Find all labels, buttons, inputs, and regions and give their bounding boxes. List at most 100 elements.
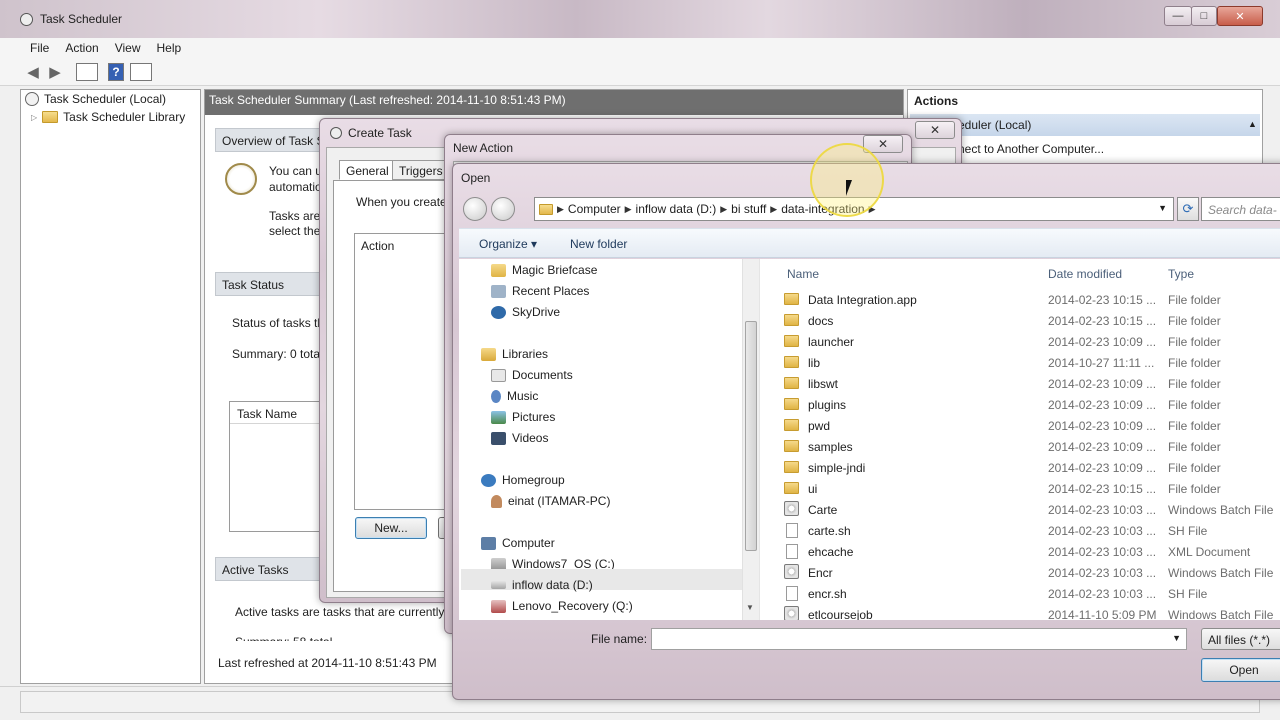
column-header-type[interactable]: Type xyxy=(1168,267,1194,281)
nav-item-music[interactable]: Music xyxy=(491,389,538,403)
column-header-name[interactable]: Name xyxy=(787,267,819,281)
mouse-pointer-icon xyxy=(846,180,858,196)
column-header-date-modified[interactable]: Date modified xyxy=(1048,267,1122,281)
file-row[interactable]: simple-jndi 2014-02-23 10:09 ... File fold… xyxy=(760,457,1280,478)
file-type: File folder xyxy=(1168,377,1221,391)
last-refreshed-text: Last refreshed at 2014-11-10 8:51:43 PM xyxy=(218,656,437,670)
chevron-right-icon[interactable]: ▶ xyxy=(770,204,777,215)
actions-header: Actions xyxy=(914,94,959,108)
forward-arrow-icon[interactable] xyxy=(491,197,515,221)
scrollbar-thumb[interactable] xyxy=(745,321,757,551)
menu-view[interactable]: View xyxy=(107,41,149,55)
nav-item-homegroup[interactable]: Homegroup xyxy=(481,473,565,487)
file-row[interactable]: launcher 2014-02-23 10:09 ... File folder xyxy=(760,331,1280,352)
breadcrumb-bi-stuff[interactable]: bi stuff xyxy=(731,202,766,216)
breadcrumb-inflow-data[interactable]: inflow data (D:) xyxy=(636,202,717,216)
file-row[interactable]: pwd 2014-02-23 10:09 ... File folder xyxy=(760,415,1280,436)
folder-icon xyxy=(539,203,553,215)
nav-item-computer[interactable]: Computer xyxy=(481,536,555,550)
file-name: lib xyxy=(808,356,821,370)
folder-icon xyxy=(784,461,799,473)
chevron-down-icon[interactable]: ▼ xyxy=(1158,203,1167,213)
search-input[interactable]: Search data- xyxy=(1201,197,1280,221)
overview-section-header[interactable]: Overview of Task S xyxy=(215,128,335,152)
chevron-right-icon[interactable]: ▶ xyxy=(625,204,632,215)
file-row[interactable]: Encr 2014-02-23 10:03 ... Windows Batch Fi… xyxy=(760,562,1280,583)
file-list-pane: Name Date modified Type Data Integration… xyxy=(759,259,1280,620)
file-type-filter[interactable]: All files (*.*) xyxy=(1201,628,1280,650)
file-type: SH File xyxy=(1168,524,1208,538)
chevron-down-icon[interactable]: ▼ xyxy=(1172,633,1181,643)
file-row[interactable]: Data Integration.app 2014-02-23 10:15 ...… xyxy=(760,289,1280,310)
show-hide-console-icon[interactable] xyxy=(76,63,98,81)
folder-icon xyxy=(784,440,799,452)
active-tasks-section-header[interactable]: Active Tasks xyxy=(215,557,335,581)
nav-item-label: Homegroup xyxy=(502,473,565,487)
task-status-section-header[interactable]: Task Status xyxy=(215,272,335,296)
file-date: 2014-02-23 10:03 ... xyxy=(1048,566,1157,580)
file-name: docs xyxy=(808,314,834,328)
file-row[interactable]: lib 2014-10-27 11:11 ... File folder xyxy=(760,352,1280,373)
navigation-scrollbar[interactable]: ▼ xyxy=(742,259,759,620)
nav-item-skydrive[interactable]: SkyDrive xyxy=(491,305,560,319)
tree-item-task-scheduler-local[interactable]: Task Scheduler (Local) xyxy=(25,92,166,106)
file-row[interactable]: plugins 2014-02-23 10:09 ... File folder xyxy=(760,394,1280,415)
action-column-header[interactable]: Action xyxy=(361,239,394,253)
breadcrumb-computer[interactable]: Computer xyxy=(568,202,621,216)
nav-item-label: Pictures xyxy=(512,410,556,424)
file-row[interactable]: ehcache 2014-02-23 10:03 ... XML Document xyxy=(760,541,1280,562)
file-name-input[interactable]: ▼ xyxy=(651,628,1187,650)
show-hide-action-pane-icon[interactable] xyxy=(130,63,152,81)
actions-group-task-scheduler-local[interactable]: eduler (Local) xyxy=(910,114,1260,136)
minimize-button[interactable]: — xyxy=(1164,6,1192,26)
nav-item-magic-briefcase[interactable]: Magic Briefcase xyxy=(491,263,597,277)
file-row[interactable]: carte.sh 2014-02-23 10:03 ... SH File xyxy=(760,520,1280,541)
forward-arrow-icon[interactable]: ▶ xyxy=(44,62,66,82)
nav-item-libraries[interactable]: Libraries xyxy=(481,347,548,361)
navigation-tree: Task Scheduler (Local) ▷ Task Scheduler … xyxy=(20,89,201,684)
dialog-title: Open xyxy=(461,171,491,185)
tree-item-task-scheduler-library[interactable]: ▷ Task Scheduler Library xyxy=(31,110,185,124)
file-row[interactable]: docs 2014-02-23 10:15 ... File folder xyxy=(760,310,1280,331)
close-button[interactable]: ✕ xyxy=(915,121,955,139)
back-arrow-icon[interactable]: ◀ xyxy=(22,62,44,82)
expand-arrow-icon[interactable]: ▷ xyxy=(31,113,37,122)
maximize-button[interactable]: □ xyxy=(1191,6,1217,26)
refresh-icon[interactable]: ⟳ xyxy=(1177,197,1199,221)
clock-icon xyxy=(20,13,33,26)
chevron-right-icon[interactable]: ▶ xyxy=(720,204,727,215)
file-name-row: File name: ▼ All files (*.*) xyxy=(459,626,1280,656)
scroll-down-icon[interactable]: ▼ xyxy=(746,603,754,612)
close-button[interactable]: ✕ xyxy=(1217,6,1263,26)
menu-help[interactable]: Help xyxy=(149,41,190,55)
nav-item-homegroup-user[interactable]: einat (ITAMAR-PC) xyxy=(491,494,610,508)
menu-action[interactable]: Action xyxy=(57,41,106,55)
user-icon xyxy=(491,494,502,508)
collapse-arrow-icon[interactable]: ▲ xyxy=(1248,119,1257,129)
new-folder-button[interactable]: New folder xyxy=(570,237,627,251)
new-action-button[interactable]: New... xyxy=(355,517,427,539)
file-row[interactable]: samples 2014-02-23 10:09 ... File folder xyxy=(760,436,1280,457)
open-button[interactable]: Open xyxy=(1201,658,1280,682)
file-row[interactable]: encr.sh 2014-02-23 10:03 ... SH File xyxy=(760,583,1280,604)
help-icon[interactable]: ? xyxy=(108,63,124,81)
nav-item-pictures[interactable]: Pictures xyxy=(491,410,555,424)
file-name: encr.sh xyxy=(808,587,847,601)
file-row[interactable]: ui 2014-02-23 10:15 ... File folder xyxy=(760,478,1280,499)
chevron-right-icon[interactable]: ▶ xyxy=(557,204,564,215)
file-row[interactable]: libswt 2014-02-23 10:09 ... File folder xyxy=(760,373,1280,394)
menu-file[interactable]: File xyxy=(22,41,57,55)
nav-item-videos[interactable]: Videos xyxy=(491,431,548,445)
action-connect-to-another-computer[interactable]: nect to Another Computer... xyxy=(958,142,1104,156)
nav-item-recent-places[interactable]: Recent Places xyxy=(491,284,589,298)
file-row[interactable]: Carte 2014-02-23 10:03 ... Windows Batch F… xyxy=(760,499,1280,520)
nav-item-drive-d[interactable]: inflow data (D:) xyxy=(491,578,593,592)
nav-item-documents[interactable]: Documents xyxy=(491,368,573,382)
file-row[interactable]: etlcoursejob 2014-11-10 5:09 PM Windows Ba… xyxy=(760,604,1280,620)
nav-item-drive-q[interactable]: Lenovo_Recovery (Q:) xyxy=(491,599,633,613)
drive-icon xyxy=(491,581,506,589)
tab-triggers[interactable]: Triggers xyxy=(392,160,450,180)
tab-general[interactable]: General xyxy=(339,160,396,180)
back-arrow-icon[interactable] xyxy=(463,197,487,221)
organize-button[interactable]: Organize ▾ xyxy=(479,237,537,251)
